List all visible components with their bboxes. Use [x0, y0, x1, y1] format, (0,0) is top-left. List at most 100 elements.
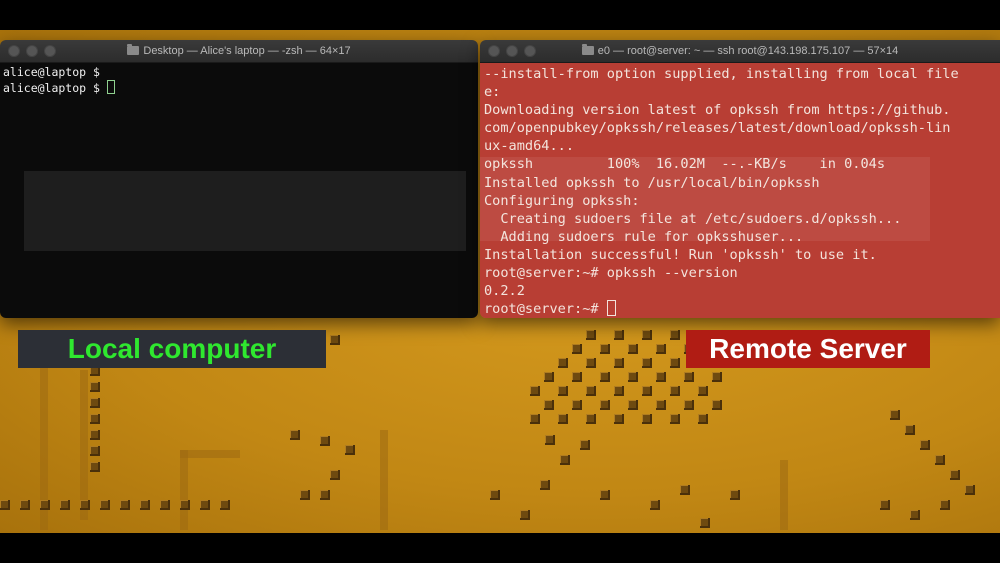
local-titlebar[interactable]: Desktop — Alice's laptop — -zsh — 64×17 — [0, 40, 478, 63]
local-computer-label: Local computer — [18, 330, 326, 368]
close-button[interactable] — [8, 45, 20, 57]
zoom-button[interactable] — [524, 45, 536, 57]
text-cursor — [106, 80, 115, 94]
zoom-button[interactable] — [44, 45, 56, 57]
window-controls — [488, 45, 536, 57]
remote-terminal-window[interactable]: e0 — root@server: ~ — ssh root@143.198.1… — [480, 40, 1000, 318]
terminal-line: ux-amd64... — [484, 138, 575, 155]
wallpaper-tile — [580, 440, 590, 450]
wallpaper-tile — [586, 358, 596, 368]
wallpaper-tile — [940, 500, 950, 510]
wallpaper-tile — [120, 500, 130, 510]
wallpaper-tile — [160, 500, 170, 510]
wallpaper-tile — [712, 400, 722, 410]
wallpaper-tile — [628, 344, 638, 354]
wallpaper-tile — [540, 480, 550, 490]
wallpaper-tile — [200, 500, 210, 510]
folder-icon — [581, 44, 594, 55]
wallpaper-tile — [572, 344, 582, 354]
wallpaper-tile — [614, 386, 624, 396]
wallpaper-tile — [730, 490, 740, 500]
local-terminal-window[interactable]: Desktop — Alice's laptop — -zsh — 64×17 … — [0, 40, 478, 318]
wallpaper-tile — [544, 400, 554, 410]
wallpaper-tile — [320, 436, 330, 446]
prompt-text: root@server:~# — [484, 301, 607, 318]
wallpaper-tile — [572, 372, 582, 382]
wallpaper-tile — [642, 330, 652, 340]
prompt-text: alice@laptop $ — [3, 81, 107, 95]
wallpaper-tile — [642, 414, 652, 424]
wallpaper-tile — [90, 430, 100, 440]
wallpaper-tile — [545, 435, 555, 445]
wallpaper-tile — [614, 358, 624, 368]
wallpaper-tile — [880, 500, 890, 510]
wallpaper-tile — [600, 400, 610, 410]
wallpaper-tile — [650, 500, 660, 510]
wallpaper-tile — [920, 440, 930, 450]
wallpaper-tile — [698, 414, 708, 424]
wallpaper-tile — [642, 386, 652, 396]
terminal-line: root@server:~# opkssh --version — [484, 265, 738, 282]
wallpaper-tile — [220, 500, 230, 510]
wallpaper-tile — [0, 500, 10, 510]
wallpaper-tile — [890, 410, 900, 420]
wallpaper-tile — [558, 386, 568, 396]
wallpaper-tile — [656, 400, 666, 410]
wallpaper-tile — [614, 330, 624, 340]
wallpaper-tile — [684, 372, 694, 382]
wallpaper-tile — [558, 414, 568, 424]
wallpaper-line — [80, 370, 88, 520]
wallpaper-tile — [600, 372, 610, 382]
text-cursor — [606, 300, 616, 317]
wallpaper-tile — [90, 446, 100, 456]
wallpaper-tile — [530, 386, 540, 396]
wallpaper-tile — [656, 372, 666, 382]
wallpaper-tile — [684, 400, 694, 410]
output-highlight — [480, 157, 930, 241]
wallpaper-tile — [670, 358, 680, 368]
wallpaper-tile — [905, 425, 915, 435]
wallpaper-tile — [628, 400, 638, 410]
wallpaper-tile — [680, 485, 690, 495]
wallpaper-tile — [586, 330, 596, 340]
minimize-button[interactable] — [506, 45, 518, 57]
minimize-button[interactable] — [26, 45, 38, 57]
wallpaper-tile — [670, 330, 680, 340]
wallpaper-tile — [910, 510, 920, 520]
wallpaper-tile — [345, 445, 355, 455]
window-controls — [8, 45, 56, 57]
terminal-prompt-line: root@server:~# — [484, 300, 996, 318]
wallpaper-tile — [140, 500, 150, 510]
terminal-line: e: — [484, 84, 501, 101]
wallpaper-tile — [330, 335, 340, 345]
wallpaper-line — [380, 430, 388, 530]
terminal-line: Downloading version latest of opkssh fro… — [484, 102, 951, 119]
wallpaper-tile — [330, 470, 340, 480]
wallpaper-tile — [700, 518, 710, 528]
wallpaper-tile — [80, 500, 90, 510]
remote-titlebar[interactable]: e0 — root@server: ~ — ssh root@143.198.1… — [480, 40, 1000, 63]
wallpaper-tile — [290, 430, 300, 440]
wallpaper-line — [180, 450, 240, 458]
wallpaper-tile — [965, 485, 975, 495]
local-window-title: Desktop — Alice's laptop — -zsh — 64×17 — [143, 45, 351, 57]
local-terminal-body[interactable]: alice@laptop $ alice@laptop $ — [0, 63, 478, 318]
wallpaper-tile — [544, 372, 554, 382]
wallpaper-tile — [628, 372, 638, 382]
wallpaper-tile — [698, 386, 708, 396]
folder-icon — [127, 44, 140, 55]
remote-terminal-body[interactable]: --install-from option supplied, installi… — [480, 63, 1000, 318]
close-button[interactable] — [488, 45, 500, 57]
wallpaper-tile — [572, 400, 582, 410]
wallpaper-tile — [20, 500, 30, 510]
remote-server-label: Remote Server — [686, 330, 930, 368]
wallpaper-tile — [712, 372, 722, 382]
terminal-selection-area — [24, 171, 466, 251]
wallpaper-tile — [558, 358, 568, 368]
wallpaper-tile — [560, 455, 570, 465]
terminal-line: Installation successful! Run 'opkssh' to… — [484, 246, 877, 263]
wallpaper-tile — [100, 500, 110, 510]
wallpaper-tile — [300, 490, 310, 500]
wallpaper-tile — [600, 490, 610, 500]
terminal-line: 0.2.2 — [484, 283, 525, 300]
